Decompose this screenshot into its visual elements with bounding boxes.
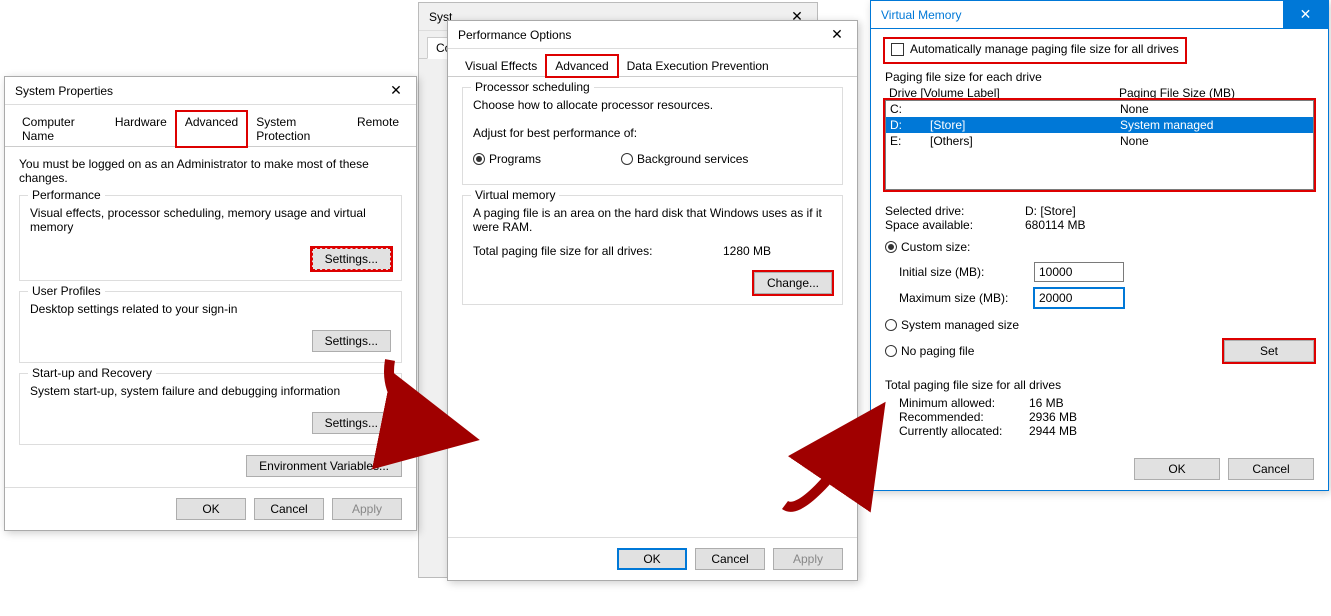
tab-dep[interactable]: Data Execution Prevention (618, 55, 778, 76)
processor-scheduling-group: Processor scheduling Choose how to alloc… (462, 87, 843, 185)
sysprops-body: You must be logged on as an Administrato… (5, 147, 416, 487)
cancel-button[interactable]: Cancel (254, 498, 324, 520)
apply-button[interactable]: Apply (773, 548, 843, 570)
perfopts-tabs: Visual Effects Advanced Data Execution P… (448, 49, 857, 77)
ok-button[interactable]: OK (176, 498, 246, 520)
sel-drive-value: D: [Store] (1025, 204, 1076, 218)
startup-group-title: Start-up and Recovery (28, 366, 156, 380)
vm-body: Automatically manage paging file size fo… (871, 29, 1328, 448)
ok-button[interactable]: OK (1134, 458, 1220, 480)
ok-button[interactable]: OK (617, 548, 687, 570)
tab-visual-effects[interactable]: Visual Effects (456, 55, 546, 76)
sysprops-title: System Properties (15, 84, 113, 98)
drive-row[interactable]: C: None (886, 101, 1313, 117)
apply-button[interactable]: Apply (332, 498, 402, 520)
checkbox-icon (891, 43, 904, 56)
maximum-size-input[interactable] (1034, 288, 1124, 308)
radio-programs-label: Programs (489, 152, 541, 166)
vm-total-label: Total paging file size for all drives: (473, 244, 723, 258)
sys-managed-label: System managed size (901, 318, 1019, 332)
min-label: Minimum allowed: (899, 396, 1029, 410)
startup-desc: System start-up, system failure and debu… (30, 384, 391, 398)
vm-titlebar: Virtual Memory ✕ (871, 1, 1328, 29)
close-icon[interactable]: ✕ (376, 78, 416, 104)
radio-no-paging[interactable]: No paging file (885, 344, 974, 358)
system-properties-dialog: System Properties ✕ Computer Name Hardwa… (4, 76, 417, 531)
change-button[interactable]: Change... (754, 272, 832, 294)
vm-title: Virtual memory (471, 188, 559, 202)
space-label: Space available: (885, 218, 1025, 232)
cancel-button[interactable]: Cancel (1228, 458, 1314, 480)
close-icon[interactable]: ✕ (817, 22, 857, 48)
sysprops-tabs: Computer Name Hardware Advanced System P… (5, 105, 416, 147)
sched-adjust: Adjust for best performance of: (473, 126, 832, 140)
sysprops-button-row: OK Cancel Apply (5, 487, 416, 530)
performance-group-title: Performance (28, 188, 105, 202)
no-paging-label: No paging file (901, 344, 974, 358)
close-icon[interactable]: ✕ (1283, 1, 1328, 29)
perfopts-titlebar: Performance Options ✕ (448, 21, 857, 49)
tab-hardware[interactable]: Hardware (106, 111, 176, 146)
profiles-settings-button[interactable]: Settings... (312, 330, 391, 352)
tab-advanced[interactable]: Advanced (546, 55, 617, 77)
perfopts-button-row: OK Cancel Apply (448, 537, 857, 580)
performance-desc: Visual effects, processor scheduling, me… (30, 206, 391, 234)
vm-total-value: 1280 MB (723, 244, 771, 258)
perfopts-title: Performance Options (458, 28, 571, 42)
perfopts-body: Processor scheduling Choose how to alloc… (448, 77, 857, 537)
performance-settings-button[interactable]: Settings... (312, 248, 391, 270)
rec-value: 2936 MB (1029, 410, 1077, 424)
cur-label: Currently allocated: (899, 424, 1029, 438)
performance-options-dialog: Performance Options ✕ Visual Effects Adv… (447, 20, 858, 581)
tab-system-protection[interactable]: System Protection (247, 111, 348, 146)
tab-advanced[interactable]: Advanced (176, 111, 247, 147)
startup-settings-button[interactable]: Settings... (312, 412, 391, 434)
totals-section: Total paging file size for all drives Mi… (885, 378, 1314, 438)
admin-note: You must be logged on as an Administrato… (19, 157, 402, 185)
radio-bg-label: Background services (637, 152, 748, 166)
radio-background-services[interactable]: Background services (621, 152, 748, 166)
rec-label: Recommended: (899, 410, 1029, 424)
initial-size-input[interactable] (1034, 262, 1124, 282)
init-label: Initial size (MB): (899, 265, 1034, 279)
tab-computer-name[interactable]: Computer Name (13, 111, 106, 146)
cancel-button[interactable]: Cancel (695, 548, 765, 570)
space-value: 680114 MB (1025, 218, 1086, 232)
radio-programs[interactable]: Programs (473, 152, 541, 166)
env-vars-button[interactable]: Environment Variables... (246, 455, 402, 477)
user-profiles-group: User Profiles Desktop settings related t… (19, 291, 402, 363)
drives-title: Paging file size for each drive (885, 70, 1314, 84)
vm-button-row: OK Cancel (871, 448, 1328, 490)
sysprops-titlebar: System Properties ✕ (5, 77, 416, 105)
total-title: Total paging file size for all drives (885, 378, 1314, 392)
vm-dialog-title: Virtual Memory (881, 8, 961, 22)
vm-desc: A paging file is an area on the hard dis… (473, 206, 832, 234)
max-label: Maximum size (MB): (899, 291, 1034, 305)
virtual-memory-group: Virtual memory A paging file is an area … (462, 195, 843, 305)
sched-title: Processor scheduling (471, 80, 594, 94)
sel-drive-label: Selected drive: (885, 204, 1025, 218)
hdr-drive: Drive [Volume Label] (889, 86, 1119, 100)
profiles-desc: Desktop settings related to your sign-in (30, 302, 391, 316)
drive-row[interactable]: E: [Others] None (886, 133, 1313, 149)
drive-row[interactable]: D: [Store] System managed (886, 117, 1313, 133)
profiles-group-title: User Profiles (28, 284, 105, 298)
custom-label: Custom size: (901, 240, 970, 254)
radio-system-managed[interactable]: System managed size (885, 318, 1019, 332)
hdr-size: Paging File Size (MB) (1119, 86, 1235, 100)
set-button[interactable]: Set (1224, 340, 1314, 362)
performance-group: Performance Visual effects, processor sc… (19, 195, 402, 281)
cur-value: 2944 MB (1029, 424, 1077, 438)
auto-manage-checkbox[interactable]: Automatically manage paging file size fo… (891, 42, 1179, 56)
drives-section: Paging file size for each drive Drive [V… (885, 70, 1314, 190)
virtual-memory-dialog: Virtual Memory ✕ Automatically manage pa… (870, 0, 1329, 491)
startup-group: Start-up and Recovery System start-up, s… (19, 373, 402, 445)
tab-remote[interactable]: Remote (348, 111, 408, 146)
radio-custom-size[interactable]: Custom size: (885, 240, 970, 254)
sched-desc: Choose how to allocate processor resourc… (473, 98, 832, 112)
min-value: 16 MB (1029, 396, 1064, 410)
auto-manage-label: Automatically manage paging file size fo… (910, 42, 1179, 56)
drive-list[interactable]: C: None D: [Store] System managed E: [Ot… (885, 100, 1314, 190)
